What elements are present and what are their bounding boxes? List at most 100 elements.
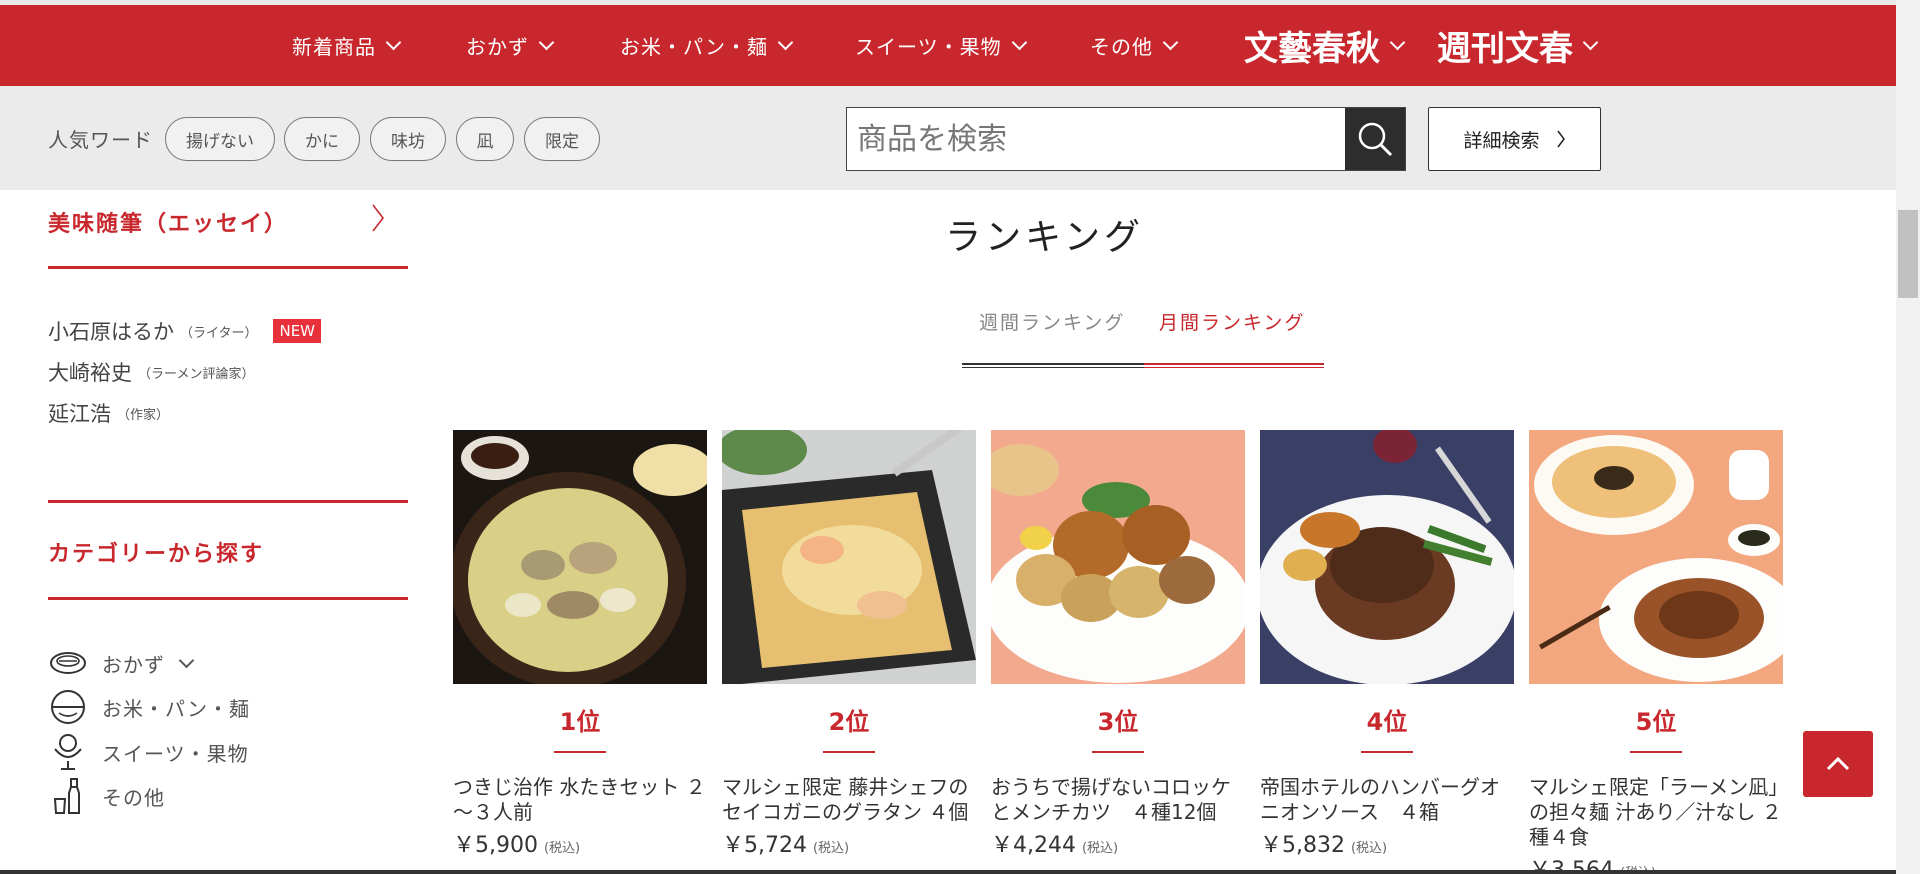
advanced-search-button[interactable]: 詳細検索 [1428,107,1601,171]
rank-label: 3位 [1097,708,1139,736]
scrollbar-thumb[interactable] [1898,210,1918,298]
back-to-top-button[interactable] [1803,731,1873,797]
writer-role: （作家） [117,407,170,423]
tab-underline-active [1144,363,1324,365]
price-value: ￥5,832 [1260,833,1345,858]
bottle-icon [48,777,88,815]
bottom-edge [0,870,1896,874]
writer-name: 延江浩 [48,402,111,426]
category-label: その他 [102,785,165,810]
product-price: ￥5,724 (税込) [722,827,976,859]
global-nav: 新着商品 おかず お米・パン・麺 スイーツ・果物 その他 文藝春秋 週刊文春 [0,0,1896,86]
nav-new-items[interactable]: 新着商品 [292,5,402,86]
category-label: スイーツ・果物 [102,741,249,766]
nav-label: スイーツ・果物 [855,35,1002,59]
ranking-card[interactable]: 1位 つきじ治作 水たきセット ２～３人前 ￥5,900 (税込) [453,430,707,859]
writer-role: （ラーメン評論家） [138,366,255,382]
rank-divider [1361,751,1413,753]
category-sweets-fruits[interactable]: スイーツ・果物 [48,733,249,771]
product-name: マルシェ限定 藤井シェフのセイコガニのグラタン ４個 [722,775,969,824]
nav-label: その他 [1090,35,1153,59]
price-value: ￥5,724 [722,833,807,858]
tab-underline [962,363,1144,365]
tab-weekly-ranking[interactable]: 週間ランキング [979,308,1125,335]
new-badge: NEW [273,319,322,343]
nav-brand-label: 週刊文春 [1437,29,1573,69]
ranking-card[interactable]: 5位 マルシェ限定「ラーメン凪」の担々麺 汁あり／汁なし ２種４食 ￥3,564… [1529,430,1783,874]
product-name: マルシェ限定「ラーメン凪」の担々麺 汁あり／汁なし ２種４食 [1529,775,1782,849]
rank-divider [1092,751,1144,753]
rice-bowl-icon [48,688,88,726]
essay-heading[interactable]: 美味随筆（エッセイ） [48,206,288,238]
nav-brand-label: 文藝春秋 [1244,29,1380,69]
nav-okazu[interactable]: おかず [466,5,555,86]
rank-divider [823,751,875,753]
chevron-down-icon [777,34,794,51]
writer-link[interactable]: 小石原はるか （ライター） NEW [48,316,322,346]
rank-label: 2位 [828,708,870,736]
nav-sweets-fruits[interactable]: スイーツ・果物 [855,5,1027,86]
ranking-title-text: ランキング [945,217,1145,258]
writer-name: 大崎裕史 [48,361,132,385]
rank-label: 5位 [1635,708,1677,736]
rank-divider [554,751,606,753]
rank-label: 1位 [559,708,601,736]
divider [48,266,408,269]
writer-link[interactable]: 延江浩 （作家） [48,398,169,428]
category-heading: カテゴリーから探す [48,542,265,567]
product-price: ￥5,900 (税込) [453,827,707,859]
category-rice-bread-noodles[interactable]: お米・パン・麺 [48,688,250,726]
chevron-down-icon [1162,34,1179,51]
divider [48,597,408,600]
tab-underline-active [1144,367,1324,368]
tax-label: (税込) [543,841,581,856]
popular-word-chip[interactable]: かに [284,117,360,161]
advanced-search-label: 詳細検索 [1463,129,1540,152]
search-box [846,107,1406,171]
scrollbar-track[interactable] [1896,0,1920,874]
search-input[interactable] [847,108,1345,170]
tab-monthly-ranking[interactable]: 月間ランキング [1159,308,1305,335]
chevron-right-icon[interactable] [370,203,386,233]
tax-label: (税込) [1350,841,1388,856]
popular-word-chip[interactable]: 味坊 [370,117,446,161]
category-okazu[interactable]: おかず [48,644,195,682]
chevron-right-icon [1556,130,1565,148]
parfait-icon [48,733,88,771]
rank-divider [1630,751,1682,753]
search-button[interactable] [1345,108,1405,170]
chevron-down-icon [178,652,195,668]
divider [48,500,408,503]
rank-label: 4位 [1366,708,1408,736]
ranking-card[interactable]: 4位 帝国ホテルのハンバーグオニオンソース ４箱 ￥5,832 (税込) [1260,430,1514,859]
popular-word-chip[interactable]: 限定 [524,117,600,161]
nav-label: おかず [466,35,529,59]
product-name: つきじ治作 水たきセット ２～３人前 [453,775,706,824]
product-image [722,430,976,684]
ranking-card[interactable]: 3位 おうちで揚げないコロッケとメンチカツ ４種12個 ￥4,244 (税込) [991,430,1245,859]
popular-word-chip[interactable]: 凪 [456,117,514,161]
product-image [1529,430,1783,684]
nav-bungeishunju[interactable]: 文藝春秋 [1244,5,1406,86]
chevron-down-icon [1582,34,1599,51]
nav-label: お米・パン・麺 [620,35,768,59]
chevron-down-icon [1389,34,1406,51]
chevron-down-icon [1011,34,1027,51]
nav-others[interactable]: その他 [1090,5,1179,86]
product-image [1260,430,1514,684]
category-others[interactable]: その他 [48,777,165,815]
nav-shukan-bunshun[interactable]: 週刊文春 [1437,5,1599,86]
tax-label: (税込) [1081,841,1119,856]
category-label: おかず [102,652,165,677]
chevron-down-icon [385,34,402,51]
nav-rice-bread-noodles[interactable]: お米・パン・麺 [620,5,794,86]
writer-link[interactable]: 大崎裕史 （ラーメン評論家） [48,357,254,387]
category-label: お米・パン・麺 [102,696,250,721]
ranking-card[interactable]: 2位 マルシェ限定 藤井シェフのセイコガニのグラタン ４個 ￥5,724 (税込) [722,430,976,859]
popular-words-label: 人気ワード [48,128,153,152]
price-value: ￥4,244 [991,833,1076,858]
popular-word-chip[interactable]: 揚げない [165,117,275,161]
search-icon [1358,122,1393,157]
chevron-up-icon [1826,756,1850,771]
dish-icon [48,644,88,682]
